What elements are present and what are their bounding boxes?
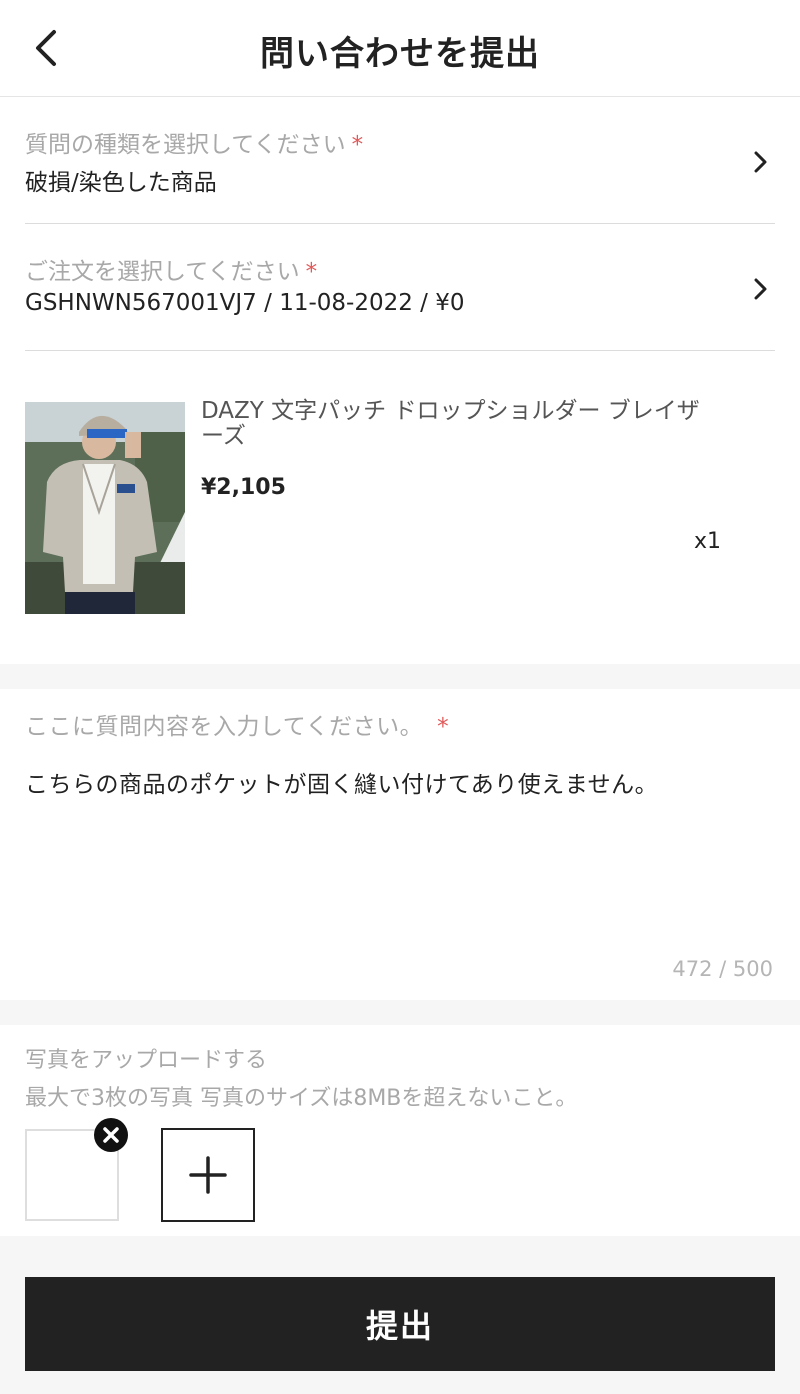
question-type-label: 質問の種類を選択してください * <box>25 132 364 158</box>
required-mark: * <box>437 714 450 740</box>
question-type-selector[interactable]: 質問の種類を選択してください * 破損/染色した商品 <box>25 97 775 224</box>
top-bar: 問い合わせを提出 <box>0 0 800 97</box>
order-label: ご注文を選択してください * <box>25 259 318 285</box>
upload-section: 写真をアップロードする 最大で3枚の写真 写真のサイズは8MBを超えないこと。 <box>0 1025 800 1236</box>
remove-photo-button[interactable] <box>94 1118 128 1152</box>
upload-title: 写真をアップロードする <box>25 1048 268 1073</box>
upload-note: 最大で3枚の写真 写真のサイズは8MBを超えないこと。 <box>25 1086 578 1111</box>
plus-icon <box>189 1156 227 1194</box>
product-quantity: x1 <box>694 529 722 554</box>
add-photo-button[interactable] <box>161 1128 255 1222</box>
product-price: ¥2,105 <box>201 475 286 500</box>
close-icon <box>103 1127 119 1143</box>
question-textarea[interactable]: こちらの商品のポケットが固く縫い付けてあり使えません。 <box>25 765 775 799</box>
chevron-right-icon <box>754 151 767 173</box>
required-mark: * <box>351 132 364 158</box>
question-label: ここに質問内容を入力してください。 * <box>25 714 450 740</box>
question-type-value: 破損/染色した商品 <box>25 170 217 196</box>
page-title: 問い合わせを提出 <box>260 34 540 74</box>
required-mark: * <box>305 259 318 285</box>
question-section[interactable]: ここに質問内容を入力してください。 * こちらの商品のポケットが固く縫い付けてあり… <box>0 689 800 1000</box>
product-name: DAZY 文字パッチ ドロップショルダー ブレイザーズ <box>201 398 700 449</box>
order-selector[interactable]: ご注文を選択してください * GSHNWN567001VJ7 / 11-08-20… <box>25 224 775 351</box>
product-image <box>25 402 185 614</box>
order-value: GSHNWN567001VJ7 / 11-08-2022 / ¥0 <box>25 290 465 316</box>
character-counter: 472 / 500 <box>672 957 773 981</box>
order-info-section: 質問の種類を選択してください * 破損/染色した商品 ご注文を選択してください * … <box>0 97 800 664</box>
submit-button[interactable]: 提出 <box>25 1277 775 1371</box>
chevron-right-icon <box>754 278 767 300</box>
